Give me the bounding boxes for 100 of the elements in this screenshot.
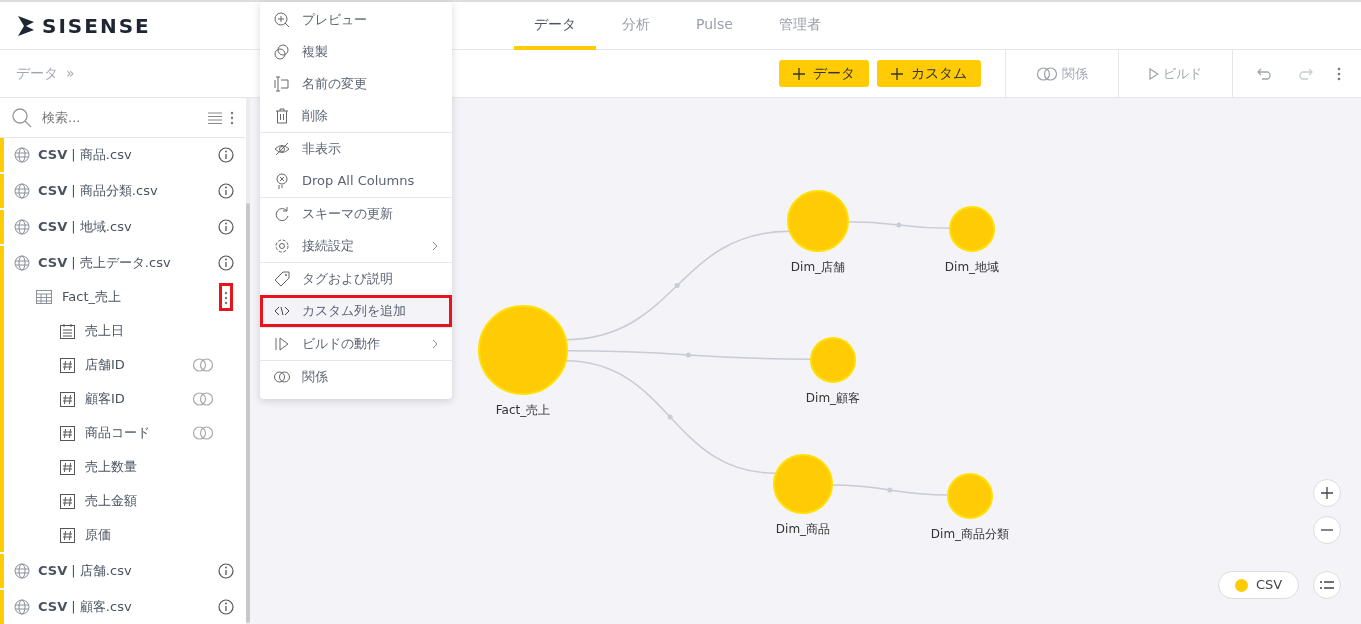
info-icon[interactable]: [218, 563, 234, 579]
dataset-name: CSV | 商品.csv: [38, 146, 133, 165]
column-item[interactable]: 売上日: [4, 314, 246, 348]
table-node[interactable]: [478, 305, 568, 395]
dataset-name: CSV | 店舗.csv: [38, 562, 133, 581]
drop-icon: [274, 173, 290, 189]
node-label: Dim_商品分類: [930, 527, 1010, 541]
table-item[interactable]: Fact_売上: [4, 280, 246, 314]
column-item[interactable]: 原価: [4, 518, 246, 552]
zoom-in-button[interactable]: [1313, 479, 1341, 507]
hash-icon: [60, 357, 75, 373]
more-icon[interactable]: [230, 110, 234, 125]
text-cursor-icon: [274, 76, 290, 92]
list-view-icon[interactable]: [208, 111, 222, 124]
play-icon: [274, 336, 290, 352]
column-name: 売上日: [85, 322, 125, 341]
dataset-item[interactable]: CSV | 売上データ.csv: [4, 246, 246, 280]
globe-icon: [14, 147, 30, 163]
column-item[interactable]: 商品コード: [4, 416, 246, 450]
breadcrumb-separator: »: [66, 64, 75, 83]
hash-icon: [60, 527, 75, 543]
zoom-in-icon: [274, 12, 290, 28]
menu-item[interactable]: タグおよび説明: [260, 263, 452, 295]
legend-toggle-button[interactable]: [1313, 571, 1341, 599]
info-icon[interactable]: [218, 147, 234, 163]
node-label: Dim_商品: [775, 522, 831, 536]
zoom-out-button[interactable]: [1313, 516, 1341, 544]
chevron-right-icon: [432, 339, 438, 349]
column-name: 原価: [85, 526, 112, 545]
trash-icon: [274, 108, 290, 124]
menu-item[interactable]: 関係: [260, 361, 452, 393]
dataset-item[interactable]: CSV | 商品分類.csv: [4, 174, 246, 208]
circles-icon: [274, 44, 290, 60]
play-icon: [1149, 67, 1159, 80]
minus-icon: [1321, 529, 1333, 531]
globe-icon: [14, 255, 30, 271]
info-icon[interactable]: [218, 219, 234, 235]
dataset-item[interactable]: CSV | 商品.csv: [4, 138, 246, 172]
menu-item[interactable]: カスタム列を追加: [260, 295, 452, 327]
plus-icon: [1321, 487, 1333, 499]
node-label: Dim_顧客: [805, 391, 861, 405]
info-icon[interactable]: [218, 183, 234, 199]
table-node[interactable]: [949, 206, 995, 252]
menu-item[interactable]: 接続設定: [260, 230, 452, 262]
search-icon: [12, 107, 32, 128]
column-name: 店舗ID: [85, 356, 126, 375]
hash-icon: [60, 459, 75, 475]
menu-item[interactable]: プレビュー: [260, 4, 452, 36]
info-icon[interactable]: [218, 599, 234, 615]
table-icon: [36, 290, 52, 304]
refresh-icon: [274, 206, 290, 222]
scrollbar[interactable]: [246, 203, 250, 623]
undo-icon[interactable]: [1257, 67, 1273, 80]
info-icon[interactable]: [218, 255, 234, 271]
column-item[interactable]: 売上金額: [4, 484, 246, 518]
column-name: 売上数量: [85, 458, 138, 477]
column-item[interactable]: 顧客ID: [4, 382, 246, 416]
menu-item[interactable]: Drop All Columns: [260, 165, 452, 197]
add-button[interactable]: データ: [779, 60, 869, 87]
menu-item[interactable]: 名前の変更: [260, 68, 452, 100]
plus-icon: [793, 67, 805, 80]
dataset-name: CSV | 地域.csv: [38, 218, 133, 237]
calendar-icon: [60, 323, 75, 339]
dataset-item[interactable]: CSV | 地域.csv: [4, 210, 246, 244]
table-name: Fact_売上: [62, 288, 122, 307]
hash-icon: [60, 493, 75, 509]
menu-item[interactable]: ビルドの動作: [260, 328, 452, 360]
eye-slash-icon: [274, 141, 290, 157]
dataset-name: CSV | 顧客.csv: [38, 598, 133, 617]
list-icon: [1320, 580, 1334, 590]
table-node[interactable]: [810, 337, 856, 383]
add-button[interactable]: カスタム: [877, 60, 981, 87]
more-button[interactable]: [222, 286, 230, 308]
table-node[interactable]: [947, 473, 993, 519]
menu-item[interactable]: 非表示: [260, 133, 452, 165]
column-item[interactable]: 店舗ID: [4, 348, 246, 382]
tag-icon: [274, 271, 290, 287]
dataset-name: CSV | 売上データ.csv: [38, 254, 172, 273]
menu-item[interactable]: スキーマの更新: [260, 198, 452, 230]
rings-icon: [274, 369, 290, 385]
hash-icon: [60, 425, 75, 441]
gear-icon: [274, 238, 290, 254]
hash-icon: [60, 391, 75, 407]
chevron-right-icon: [432, 241, 438, 251]
more-icon: [224, 290, 228, 305]
plus-icon: [891, 67, 903, 80]
dataset-name: CSV | 商品分類.csv: [38, 182, 159, 201]
menu-item[interactable]: 削除: [260, 100, 452, 132]
node-label: Dim_地域: [944, 260, 1000, 274]
table-node[interactable]: [773, 454, 833, 514]
column-item[interactable]: 売上数量: [4, 450, 246, 484]
table-node[interactable]: [787, 190, 849, 252]
column-name: 売上金額: [85, 492, 138, 511]
globe-icon: [14, 599, 30, 615]
menu-item[interactable]: 複製: [260, 36, 452, 68]
more-icon[interactable]: [1337, 66, 1341, 81]
dataset-item[interactable]: CSV | 顧客.csv: [4, 590, 246, 624]
logo-text: SISENSE: [42, 12, 151, 40]
globe-icon: [14, 563, 30, 579]
dataset-item[interactable]: CSV | 店舗.csv: [4, 554, 246, 588]
